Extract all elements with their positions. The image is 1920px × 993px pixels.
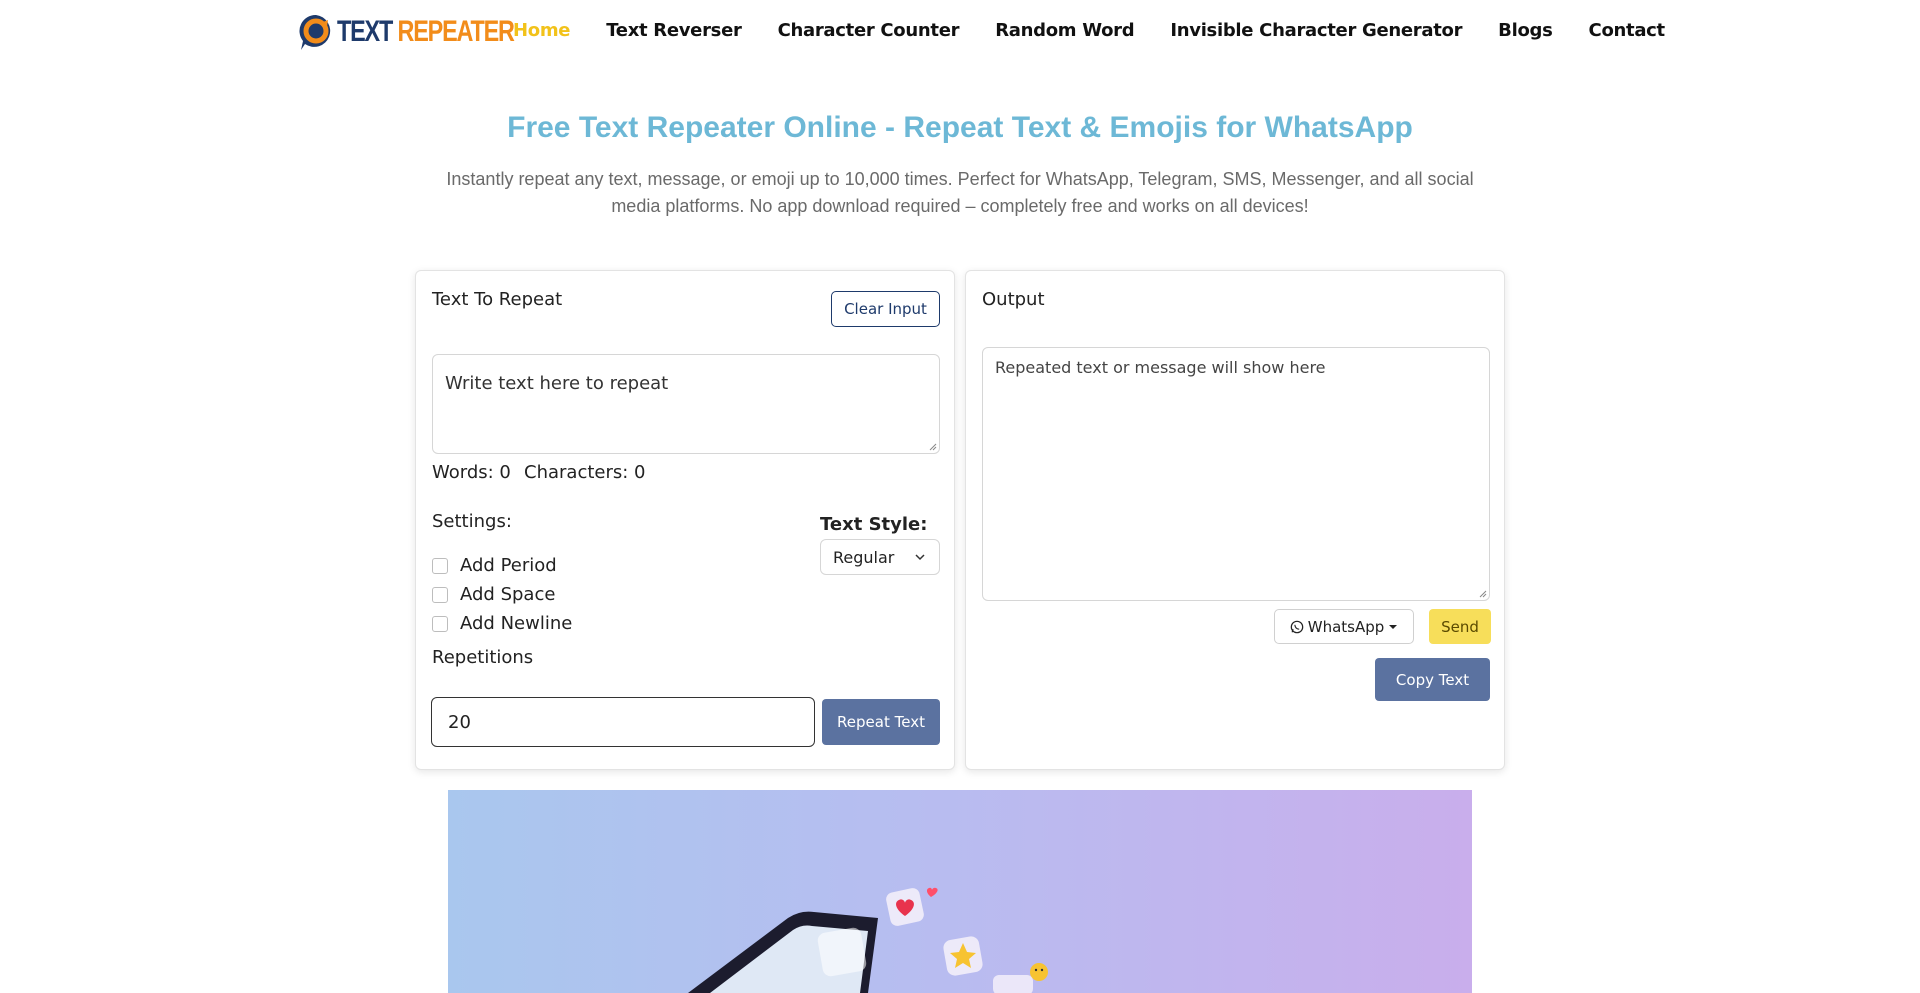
text-style-value: Regular [833, 547, 895, 567]
add-newline-option[interactable]: Add Newline [432, 613, 572, 634]
chevron-down-icon [915, 554, 925, 561]
logo-icon [297, 12, 335, 52]
text-style-label: Text Style: [820, 514, 928, 535]
add-space-option[interactable]: Add Space [432, 584, 555, 605]
phone-emoji-illustration [688, 887, 1048, 993]
text-to-repeat-input[interactable]: Write text here to repeat [432, 354, 940, 454]
share-platform-label: WhatsApp [1307, 617, 1385, 636]
nav-random-word[interactable]: Random Word [995, 20, 1134, 41]
page-subtitle: Instantly repeat any text, message, or e… [446, 169, 1474, 216]
add-newline-label: Add Newline [460, 613, 573, 634]
input-card: Text To Repeat Clear Input Write text he… [415, 270, 955, 770]
add-period-label: Add Period [460, 555, 557, 576]
whatsapp-icon [1290, 620, 1304, 633]
main-menu: Home Text Reverser Character Counter Ran… [513, 20, 1701, 41]
copy-text-button[interactable]: Copy Text [1375, 658, 1490, 701]
nav-home[interactable]: Home [513, 20, 571, 41]
clear-input-button[interactable]: Clear Input [831, 291, 940, 327]
output-placeholder: Repeated text or message will show here [995, 358, 1326, 377]
nav-character-counter[interactable]: Character Counter [778, 20, 960, 41]
output-textarea[interactable]: Repeated text or message will show here [982, 347, 1490, 601]
top-navbar: TEXT REPEATER Home Text Reverser Charact… [0, 0, 1920, 64]
repeat-text-button[interactable]: Repeat Text [822, 699, 940, 745]
smiley-emoji-icon [1030, 963, 1048, 981]
text-style-select[interactable]: Regular [820, 539, 940, 575]
output-card-title: Output [982, 289, 1045, 310]
share-platform-dropdown[interactable]: WhatsApp [1274, 609, 1414, 644]
hero-illustration [448, 790, 1472, 993]
page-title: Free Text Repeater Online - Repeat Text … [507, 111, 1413, 144]
nav-blogs[interactable]: Blogs [1498, 20, 1553, 41]
nav-contact[interactable]: Contact [1589, 20, 1666, 41]
output-card: Output Repeated text or message will sho… [965, 270, 1505, 770]
word-count: Words: 0 [432, 462, 511, 483]
add-period-option[interactable]: Add Period [432, 555, 557, 576]
nav-invisible-character-generator[interactable]: Invisible Character Generator [1170, 20, 1462, 41]
add-space-checkbox[interactable] [432, 586, 448, 603]
repetitions-input[interactable]: 20 [431, 697, 815, 747]
resize-handle-icon[interactable] [927, 441, 937, 451]
heart-emoji-icon [886, 887, 938, 926]
logo-wordmark: TEXT REPEATER [337, 15, 515, 48]
add-period-checkbox[interactable] [432, 557, 448, 574]
add-space-label: Add Space [460, 584, 556, 605]
star-emoji-icon [943, 936, 983, 976]
resize-handle-icon[interactable] [1477, 588, 1487, 598]
settings-label: Settings: [432, 511, 512, 532]
add-newline-checkbox[interactable] [432, 615, 448, 632]
repetitions-label: Repetitions [432, 647, 534, 668]
input-card-title: Text To Repeat [432, 289, 563, 310]
caret-down-icon [1389, 624, 1398, 629]
send-button[interactable]: Send [1429, 609, 1491, 644]
nav-text-reverser[interactable]: Text Reverser [606, 20, 742, 41]
input-placeholder: Write text here to repeat [445, 373, 669, 394]
character-count: Characters: 0 [524, 462, 646, 483]
